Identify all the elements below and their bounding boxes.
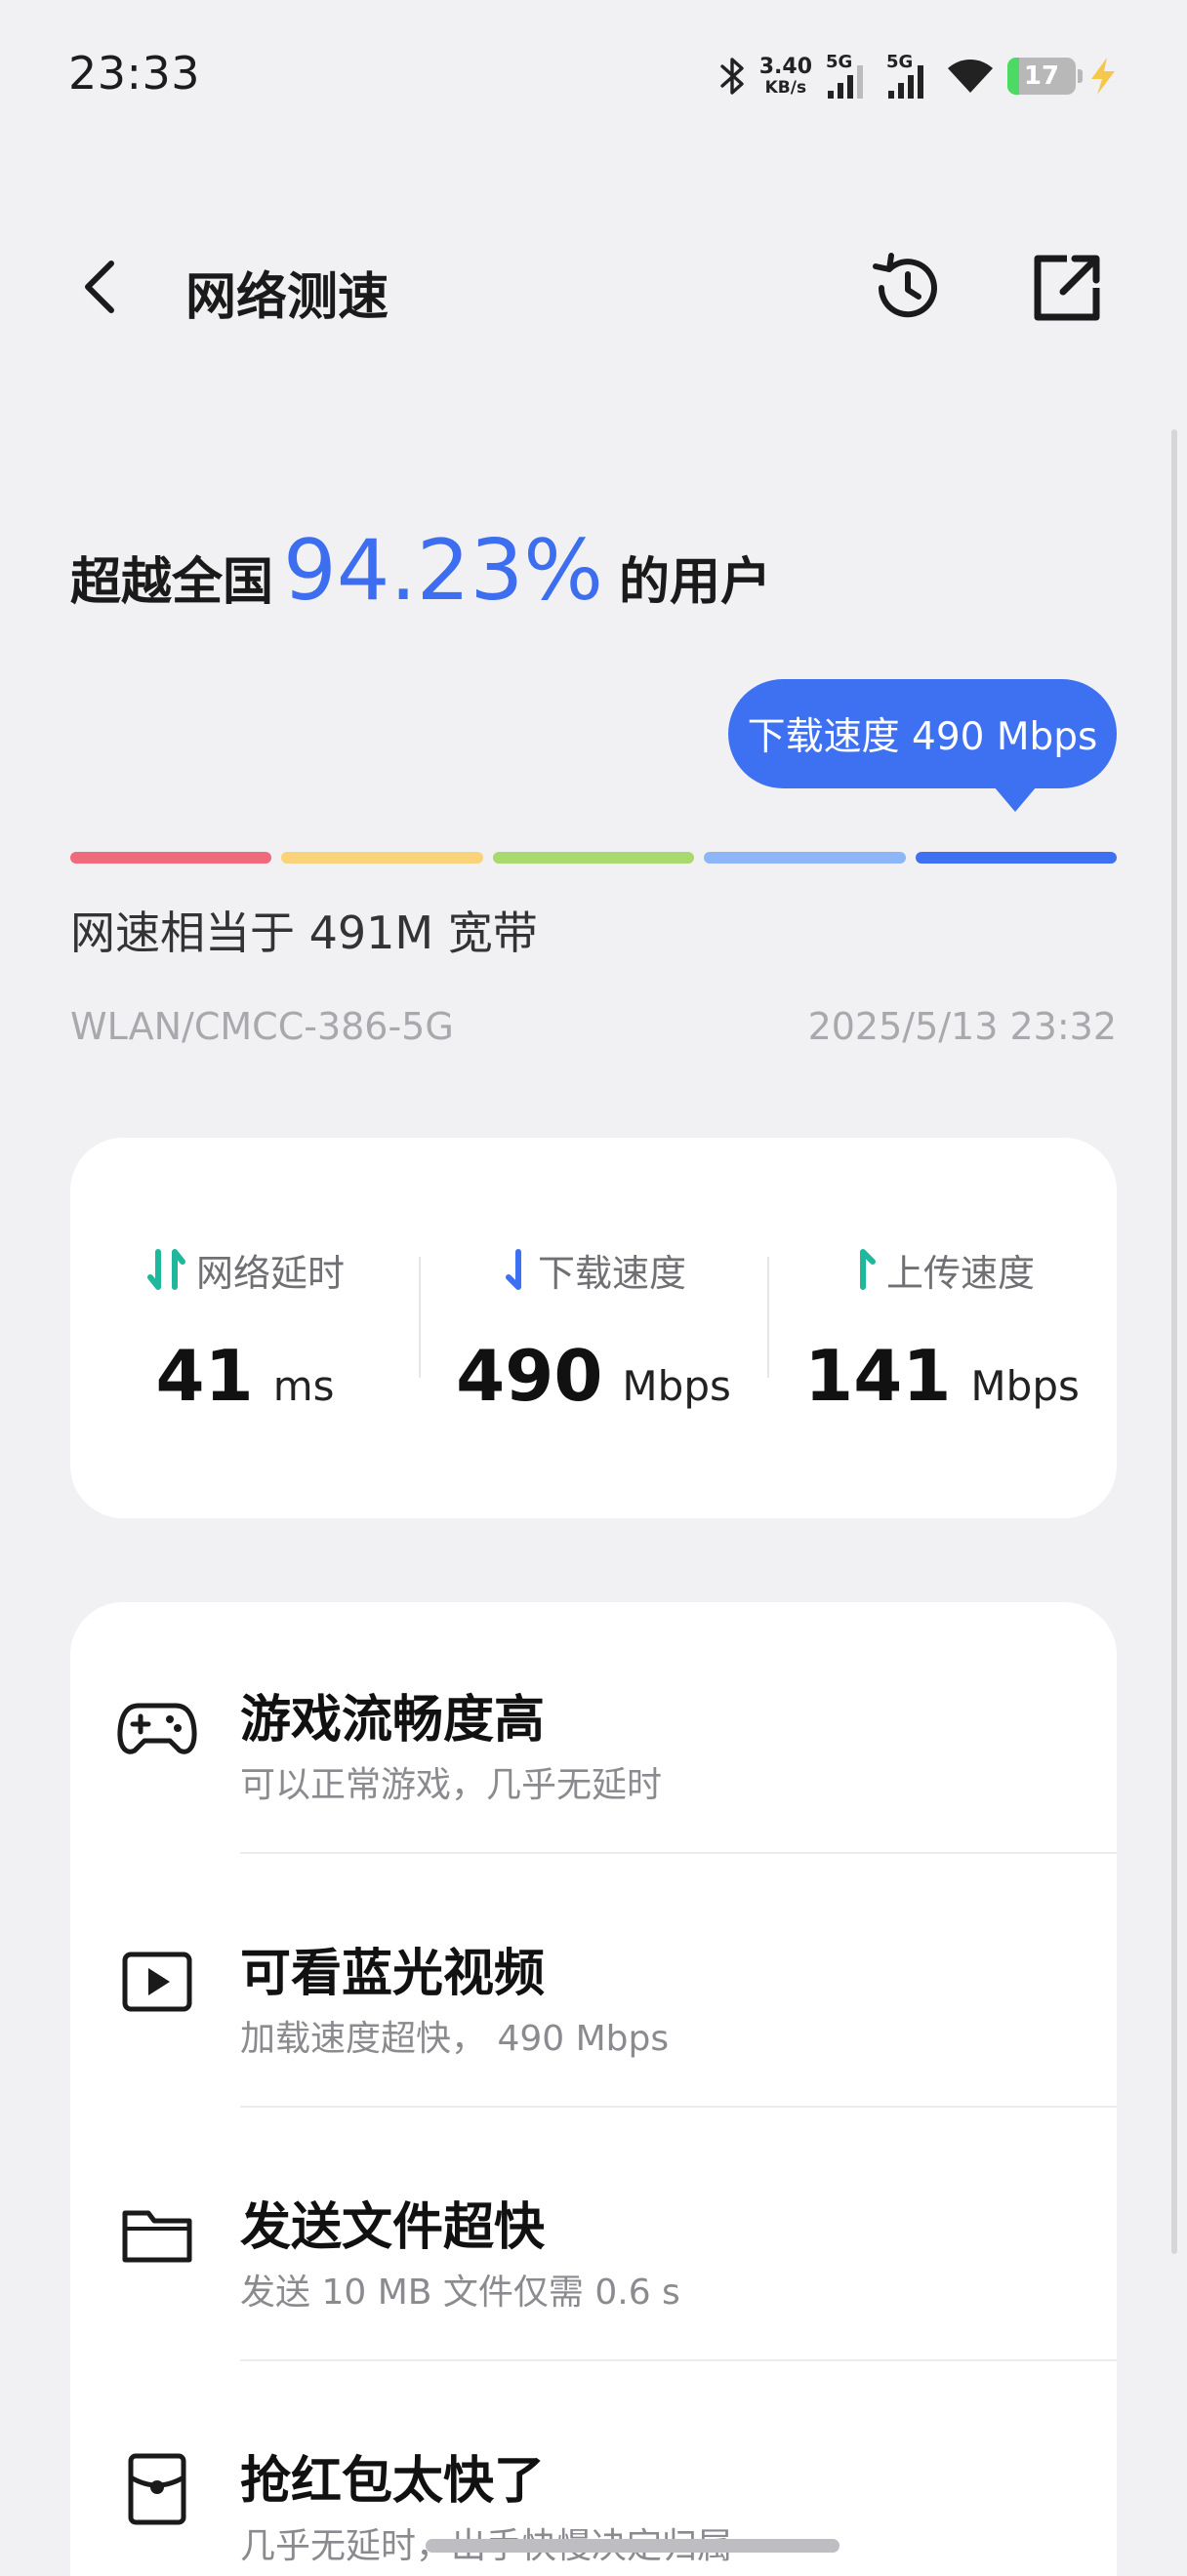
network-speed-unit: KB/s <box>764 77 807 98</box>
list-item[interactable]: 发送文件超快 发送 10 MB 文件仅需 0.6 s <box>70 2110 1117 2361</box>
network-speed-value: 3.40 <box>758 54 812 79</box>
gamepad-icon <box>115 1686 199 1770</box>
list-item-title: 可看蓝光视频 <box>240 1945 546 2003</box>
upload-value: 141 <box>804 1335 952 1417</box>
list-item[interactable]: 游戏流畅度高 可以正常游戏，几乎无延时 <box>70 1602 1117 1854</box>
folder-icon <box>115 2194 199 2277</box>
scrollbar[interactable] <box>1171 429 1177 2254</box>
sim2-network-type: 5G <box>886 52 914 72</box>
tooltip-pointer <box>994 786 1037 812</box>
list-item-title: 抢红包太快了 <box>240 2452 546 2511</box>
list-item-title: 发送文件超快 <box>240 2198 546 2257</box>
scale-segment <box>915 852 1118 864</box>
network-speed: 3.40 KB/s <box>758 54 812 98</box>
download-value: 490 <box>456 1335 603 1417</box>
share-icon <box>1034 255 1100 321</box>
battery-fill <box>1007 58 1019 95</box>
latency-icon <box>146 1249 185 1290</box>
list-item-title: 游戏流畅度高 <box>240 1691 546 1750</box>
divider <box>240 2106 1117 2108</box>
back-button[interactable] <box>70 252 129 322</box>
scale-segment <box>704 852 906 864</box>
list-item-description: 加载速度超快， 490 Mbps <box>240 2019 670 2059</box>
history-button[interactable] <box>865 246 949 330</box>
stats-card: 网络延时 41 ms 下载速度 490 Mbps 上传速度 141 Mbps <box>70 1138 1117 1518</box>
signal-icon: 5G <box>884 52 933 101</box>
download-stat: 下载速度 490 Mbps <box>420 1138 767 1518</box>
status-bar: 23:33 3.40 KB/s 5G 5G 17 <box>0 0 1187 146</box>
scale-segment <box>70 852 272 864</box>
download-arrow-icon <box>505 1249 521 1290</box>
chevron-left-icon <box>85 261 114 313</box>
battery-icon: 17 <box>1007 58 1083 95</box>
latency-label: 网络延时 <box>195 1251 345 1295</box>
upload-arrow-icon <box>859 1249 876 1290</box>
bluetooth-icon <box>718 55 748 98</box>
divider <box>240 1852 1117 1854</box>
latency-value: 41 <box>155 1335 254 1417</box>
download-speed-tooltip: 下载速度 490 Mbps <box>728 679 1117 788</box>
percentile-value: 94.23% <box>283 522 603 620</box>
scale-segment <box>492 852 695 864</box>
home-indicator[interactable] <box>426 2539 839 2553</box>
result-headline: 超越全国 94.23% 的用户 <box>70 522 771 620</box>
list-item-description: 发送 10 MB 文件仅需 0.6 s <box>240 2273 680 2313</box>
share-button[interactable] <box>1025 246 1109 330</box>
network-name: WLAN/CMCC-386-5G <box>70 1005 454 1048</box>
page-title: 网络测速 <box>185 268 389 327</box>
history-icon <box>873 253 937 318</box>
sim1-network-type: 5G <box>826 52 853 72</box>
feature-list-card: 游戏流畅度高 可以正常游戏，几乎无延时 可看蓝光视频 加载速度超快， 490 M… <box>70 1602 1117 2576</box>
status-icons: 3.40 KB/s 5G 5G 17 <box>718 49 1119 103</box>
broadband-equivalent: 网速相当于 491M 宽带 <box>70 906 538 959</box>
latency-stat: 网络延时 41 ms <box>70 1138 420 1518</box>
upload-stat: 上传速度 141 Mbps <box>767 1138 1117 1518</box>
signal-icon: 5G <box>824 52 873 101</box>
scale-segment <box>281 852 483 864</box>
speed-test-page: 23:33 3.40 KB/s 5G 5G 17 网络测速 超越全国 94.23… <box>0 0 1187 2576</box>
latency-unit: ms <box>272 1362 335 1410</box>
download-label: 下载速度 <box>537 1251 686 1295</box>
divider <box>240 2359 1117 2361</box>
headline-suffix: 的用户 <box>618 553 771 612</box>
charging-icon <box>1087 56 1119 97</box>
list-item[interactable]: 可看蓝光视频 加载速度超快， 490 Mbps <box>70 1856 1117 2108</box>
upload-unit: Mbps <box>970 1362 1080 1410</box>
download-unit: Mbps <box>622 1362 731 1410</box>
test-timestamp: 2025/5/13 23:32 <box>807 1005 1117 1048</box>
status-time: 23:33 <box>68 47 201 100</box>
red-packet-icon <box>115 2447 199 2531</box>
wifi-icon <box>945 56 996 97</box>
video-play-icon <box>115 1940 199 2024</box>
upload-label: 上传速度 <box>885 1251 1035 1295</box>
speed-scale-bar <box>70 852 1118 864</box>
list-item-description: 可以正常游戏，几乎无延时 <box>240 1765 663 1805</box>
headline-prefix: 超越全国 <box>70 553 274 612</box>
battery-level: 17 <box>1023 61 1060 91</box>
